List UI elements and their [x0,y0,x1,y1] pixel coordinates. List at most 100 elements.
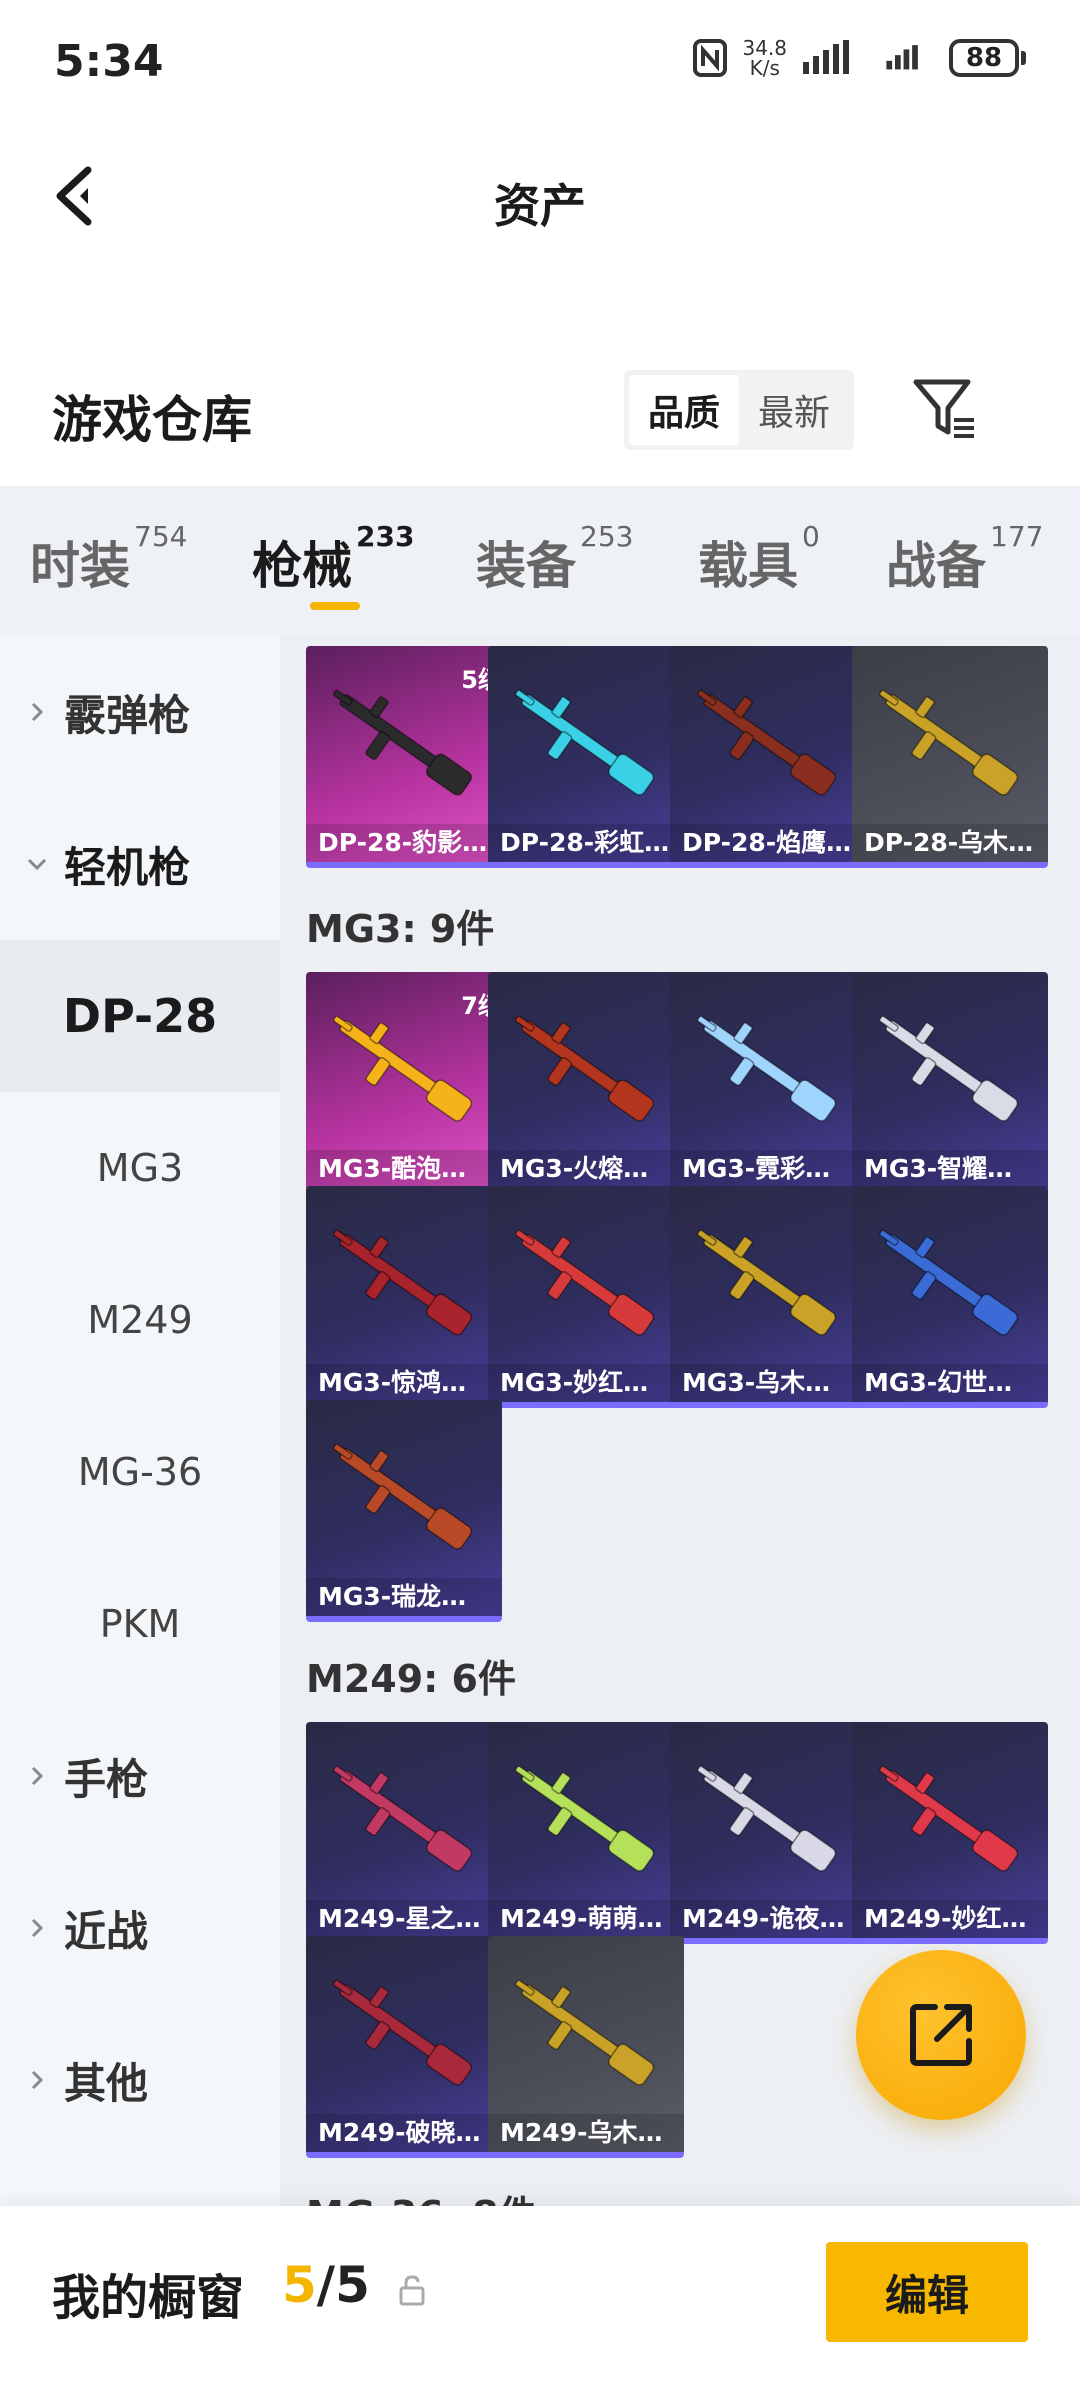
edit-button[interactable]: 编辑 [826,2242,1028,2342]
sidebar-item-label: 轻机枪 [64,842,191,892]
skin-name: MG3-酷泡奶龙 [306,1150,502,1188]
sidebar-item-shotgun[interactable]: 霰弹枪 [0,636,280,788]
sidebar-item-label: MG-36 [77,1450,203,1494]
skin-name: M249-乌木… [488,2114,684,2152]
weapon-skin-card[interactable]: M249-星之… [306,1722,502,1944]
page-title: 资产 [494,179,586,233]
weapon-skin-card[interactable]: M249-乌木… [488,1936,684,2158]
rifle-icon [515,1229,655,1336]
tab-firearms[interactable]: 枪械233 [252,520,414,598]
weapon-skin-card[interactable]: MG3-妙红点点 [488,1186,684,1408]
rifle-icon [333,1443,473,1550]
sort-option-newest[interactable]: 最新 [739,375,849,445]
chevron-right-icon [31,702,44,722]
sort-option-quality[interactable]: 品质 [629,375,739,445]
weapon-skin-card[interactable]: 7级 MG3-酷泡奶龙 [306,972,502,1194]
skin-name: DP-28-焰鹰… [670,824,866,862]
tab-outfit[interactable]: 时装754 [30,520,187,598]
weapon-skin-card[interactable]: MG3-乌木金纹 [670,1186,866,1408]
showcase-count-current: 5 [282,2256,317,2314]
showcase-count-separator: / [316,2256,336,2314]
skin-name: MG3-霓彩脉冲 [670,1150,866,1188]
sidebar-item-label: MG3 [96,1146,184,1190]
tab-count: 253 [580,520,634,553]
weapon-skin-card[interactable]: MG3-火熔核心 [488,972,684,1194]
sidebar-item-melee[interactable]: 近战 [0,1852,280,2004]
sidebar-item-label: 其他 [64,2058,149,2108]
battery-level: 88 [949,39,1019,77]
net-speed-unit: K/s [749,56,780,80]
weapon-skin-card[interactable]: MG3-瑞龙福将 [306,1400,502,1622]
skin-name: MG3-幻世战… [852,1364,1048,1402]
weapon-skin-card[interactable]: DP-28-乌木… [852,646,1048,868]
weapon-skin-card[interactable]: 5级 DP-28-豹影… [306,646,502,868]
weapon-skin-card[interactable]: DP-28-彩虹… [488,646,684,868]
tab-count: 233 [356,520,415,553]
signal-icon-secondary [886,45,918,70]
tab-count: 754 [134,520,188,553]
tab-gear[interactable]: 战备177 [886,520,1043,598]
rifle-icon [515,1979,655,2086]
tab-label: 载具 [698,537,798,595]
sidebar-item-mg36[interactable]: MG-36 [0,1396,280,1548]
warehouse-header: 游戏仓库 品质 最新 [0,350,1080,470]
status-bar: 5:34 34.8 K/s 88 [0,0,1080,130]
sidebar-item-m249[interactable]: M249 [0,1244,280,1396]
sidebar-item-pkm[interactable]: PKM [0,1548,280,1700]
filter-icon[interactable] [910,374,980,444]
weapon-skin-card[interactable]: M249-萌萌… [488,1722,684,1944]
unlock-icon [399,2275,425,2306]
weapon-skin-card[interactable]: DP-28-焰鹰… [670,646,866,868]
battery-tip [1021,51,1026,65]
showcase-count-total: 5 [335,2256,370,2314]
skin-name: MG3-惊鸿侠骨 [306,1364,502,1402]
weapon-skin-card[interactable]: MG3-霓彩脉冲 [670,972,866,1194]
status-time: 5:34 [54,36,164,87]
weapon-skin-card[interactable]: M249-破晓… [306,1936,502,2158]
skin-name: DP-28-乌木… [852,824,1048,862]
weapon-skin-card[interactable]: M249-诡夜… [670,1722,866,1944]
showcase-count: 5/5 [282,2256,370,2314]
sidebar-item-label: DP-28 [62,989,218,1043]
weapon-skin-card[interactable]: MG3-智耀战神 [852,972,1048,1194]
rifle-icon [333,1979,473,2086]
rifle-icon [333,1229,473,1336]
skin-name: MG3-妙红点点 [488,1364,684,1402]
active-tab-indicator [310,602,360,610]
rifle-icon [879,689,1019,796]
share-fab-button[interactable] [856,1950,1026,2120]
weapon-skin-card[interactable]: MG3-惊鸿侠骨 [306,1186,502,1408]
rifle-icon [697,1015,837,1122]
group-title-mg3: MG3: 9件 [306,907,495,951]
weapon-skin-card[interactable]: M249-妙红… [852,1722,1048,1944]
rifle-icon [879,1765,1019,1872]
app-root: 5:34 34.8 K/s 88 资产 游戏仓库 品质 最新 时装754 枪械2… [0,0,1080,2382]
status-icons: 34.8 K/s 88 [692,38,1026,78]
chevron-right-icon [31,1918,44,1938]
skin-name: M249-诡夜… [670,1900,866,1938]
showcase-title: 我的橱窗 [52,2270,245,2326]
skin-name: MG3-瑞龙福将 [306,1578,502,1616]
chevron-right-icon [31,2070,44,2090]
skin-name: DP-28-豹影… [306,824,502,862]
sidebar-item-dp28[interactable]: DP-28 [0,940,280,1092]
tab-equipment[interactable]: 装备253 [476,520,633,598]
rifle-icon [879,1229,1019,1336]
sidebar-item-label: 近战 [64,1906,149,1956]
skin-name: DP-28-彩虹… [488,824,684,862]
tab-count: 177 [990,520,1044,553]
rifle-icon [697,1229,837,1336]
tab-vehicles[interactable]: 载具0 [698,520,820,598]
sidebar-item-other[interactable]: 其他 [0,2004,280,2156]
sidebar-item-lmg[interactable]: 轻机枪 [0,788,280,940]
sidebar-item-label: M249 [87,1298,193,1342]
weapon-type-sidebar: 霰弹枪 轻机枪 DP-28 MG3 M249 MG-36 PKM 手枪 近战 其… [0,636,280,2216]
net-speed: 34.8 K/s [742,38,787,78]
tab-count: 0 [802,520,820,553]
tab-label: 装备 [476,537,576,595]
sidebar-item-mg3[interactable]: MG3 [0,1092,280,1244]
rifle-icon [333,1765,473,1872]
weapon-skin-card[interactable]: MG3-幻世战… [852,1186,1048,1408]
sidebar-item-pistol[interactable]: 手枪 [0,1700,280,1852]
skin-name: M249-星之… [306,1900,502,1938]
